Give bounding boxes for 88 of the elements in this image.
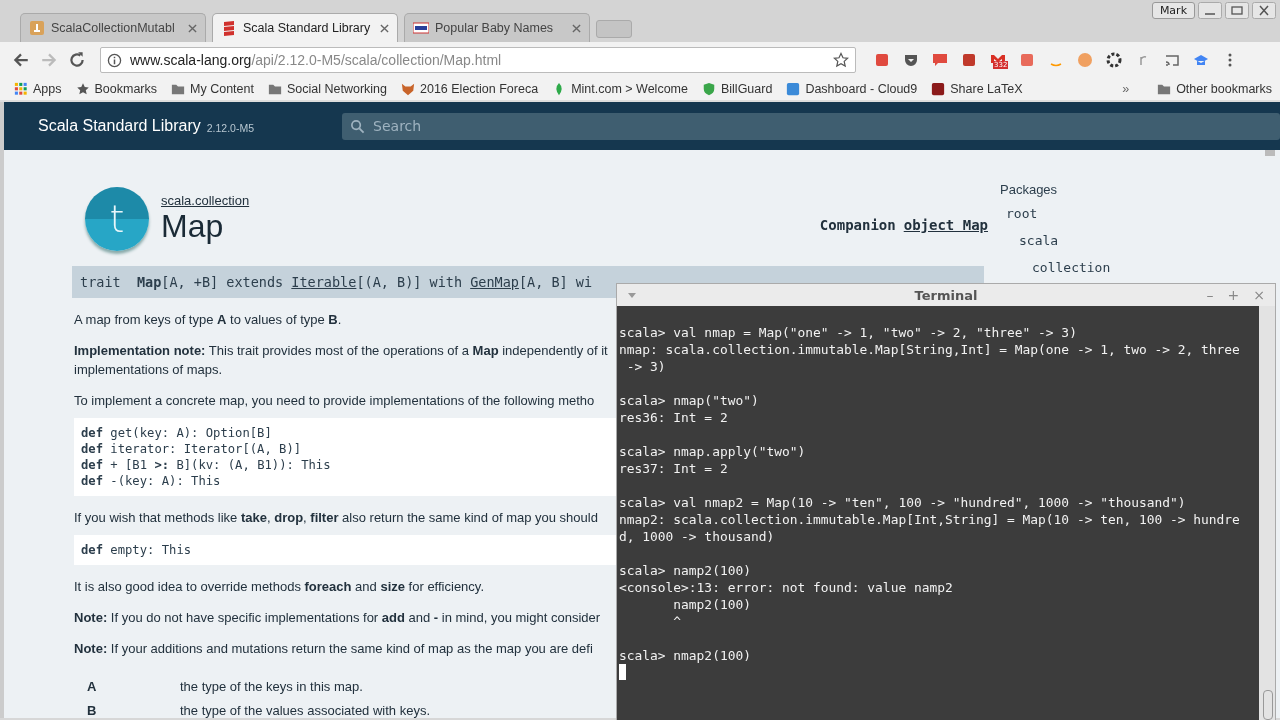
type-link[interactable]: GenMap	[470, 274, 519, 290]
dropdown-icon[interactable]	[627, 290, 637, 300]
scala-logo-icon	[221, 20, 237, 36]
companion-label: Companion	[819, 217, 896, 233]
param-name: A	[86, 678, 98, 694]
param-description: the type of the values associated with keys.	[180, 702, 431, 718]
terminal-line: nmap: scala.collection.immutable.Map[String,Int] = Map(one -> 1, two -> 2, three	[619, 341, 1241, 358]
browser-tab[interactable]: Scala Standard Library	[212, 13, 398, 42]
description-text: A map from keys of type A to values of type B.	[74, 311, 342, 329]
folder-icon	[267, 82, 282, 96]
back-icon[interactable]	[12, 51, 30, 69]
cap-extension-icon[interactable]	[1193, 52, 1209, 68]
description-text: If you wish that methods like take, drop, filter also return the same kind of map you should	[74, 509, 598, 527]
browser-tab[interactable]: ScalaCollectionMutabl	[20, 13, 206, 42]
terminal-line: namp2(100)	[672, 596, 752, 613]
bookmark-item[interactable]: Dashboard - Cloud9	[786, 82, 918, 96]
signature-text: [(A, B)] with	[356, 274, 464, 290]
chat-extension-icon[interactable]	[932, 52, 948, 68]
gear-extension-icon[interactable]	[1106, 52, 1122, 68]
fox-icon	[401, 82, 415, 96]
close-icon[interactable]	[572, 23, 581, 33]
cast-extension-icon[interactable]	[1164, 52, 1180, 68]
terminal-line: res37: Int = 2	[619, 460, 729, 477]
bookmark-item[interactable]: Social Networking	[267, 82, 387, 96]
shield-icon	[701, 82, 716, 96]
star-icon[interactable]	[833, 52, 849, 68]
bookmark-item[interactable]: Bookmarks	[75, 82, 158, 96]
url-text: www.scala-lang.org/api/2.12.0-M5/scala/collection/Map.html	[130, 52, 503, 68]
package-link[interactable]: scala.collection	[161, 193, 250, 208]
terminal-line: <console>:13: error: not found: value namp2	[619, 579, 954, 596]
terminal-line: scala> nmap("two")	[619, 392, 760, 409]
terminal-line: scala> namp2(100)	[619, 562, 752, 579]
param-name: B	[86, 702, 98, 718]
profile-button[interactable]: Mark	[1151, 2, 1195, 19]
info-icon	[107, 52, 122, 68]
reload-icon[interactable]	[68, 51, 86, 69]
bookmark-item[interactable]: Mint.com > Welcome	[552, 82, 688, 96]
bookmark-item[interactable]: BillGuard	[701, 82, 773, 96]
package-item[interactable]: root	[1006, 205, 1038, 232]
folder-icon	[171, 82, 186, 96]
type-link[interactable]: Iterable	[291, 274, 357, 290]
maximize-button[interactable]	[1225, 2, 1249, 19]
description-text: Note: If your additions and mutations return the same kind of map as the map you are defi	[74, 640, 593, 658]
pocket-extension-icon[interactable]	[903, 52, 919, 68]
package-item[interactable]: collection	[1032, 259, 1111, 286]
apps-grid-icon	[14, 82, 28, 96]
terminal-line: scala> nmap.apply("two")	[619, 443, 807, 460]
star-icon	[75, 82, 90, 96]
signature-text: trait Map[A, +B] extends	[80, 274, 285, 290]
scrollbar[interactable]	[1259, 306, 1275, 720]
terminal-line: scala> val nmap2 = Map(10 -> "ten", 100 -> "hundred", 1000 -> "thousand")	[619, 494, 1187, 511]
param-description: the type of the keys in this map.	[180, 678, 363, 694]
bookmark-item[interactable]: Share LaTeX	[931, 82, 1023, 96]
scrollbar[interactable]	[1265, 150, 1275, 156]
terminal-line: nmap2: scala.collection.immutable.Map[Int,String] = Map(10 -> ten, 100 -> hundre	[619, 511, 1241, 528]
terminal-line: ^	[672, 613, 683, 630]
close-icon[interactable]	[188, 23, 197, 33]
close-button[interactable]	[1252, 2, 1276, 19]
packages-heading: Packages	[1000, 182, 1059, 197]
package-item[interactable]: scala	[1019, 232, 1059, 259]
text-cursor	[619, 664, 626, 680]
bookmark-item[interactable]: My Content	[171, 82, 254, 96]
bookmark-item[interactable]: Apps	[14, 82, 62, 96]
description-text: Note: If you do not have specific implementations for add and - in mind, you might consider	[74, 609, 601, 627]
minimize-button[interactable]	[1198, 2, 1222, 19]
description-text: It is also good idea to override methods foreach and size for efficiency.	[74, 578, 484, 596]
version-label: 2.12.0-M5	[206, 121, 255, 134]
bookmark-item[interactable]: 2016 Election Foreca	[401, 82, 539, 96]
window-title: Terminal	[914, 287, 978, 303]
site-title[interactable]: Scala Standard Library	[38, 117, 201, 135]
description-text: Implementation note: This trait provides most of the operations of a Map independently of it implementations of maps.	[74, 342, 608, 379]
folder-icon	[1157, 82, 1172, 96]
terminal-line: -> 3)	[625, 358, 667, 375]
description-text: To implement a concrete map, you need to provide implementations of the following metho	[74, 392, 595, 410]
search-field[interactable]: Search	[342, 112, 1280, 140]
address-field[interactable]: www.scala-lang.org/api/2.12.0-M5/scala/collection/Map.html	[100, 47, 856, 73]
trait-logo: t	[85, 187, 149, 251]
signature-text: [A, B] wi	[518, 274, 593, 290]
bookmark-folder[interactable]: Other bookmarks	[1157, 82, 1272, 96]
close-icon[interactable]	[380, 23, 389, 33]
box-icon	[29, 20, 45, 36]
page-title: Map	[161, 208, 225, 245]
companion-link[interactable]: object Map	[903, 217, 988, 233]
terminal-line: scala> val nmap = Map("one" -> 1, "two" -> 2, "three" -> 3)	[619, 324, 1078, 341]
browser-tab[interactable]: Popular Baby Names	[404, 13, 590, 42]
flag-icon	[413, 20, 429, 36]
more-bookmarks-button[interactable]: »	[1122, 82, 1130, 96]
terminal-line: scala> nmap2(100)	[619, 647, 752, 664]
